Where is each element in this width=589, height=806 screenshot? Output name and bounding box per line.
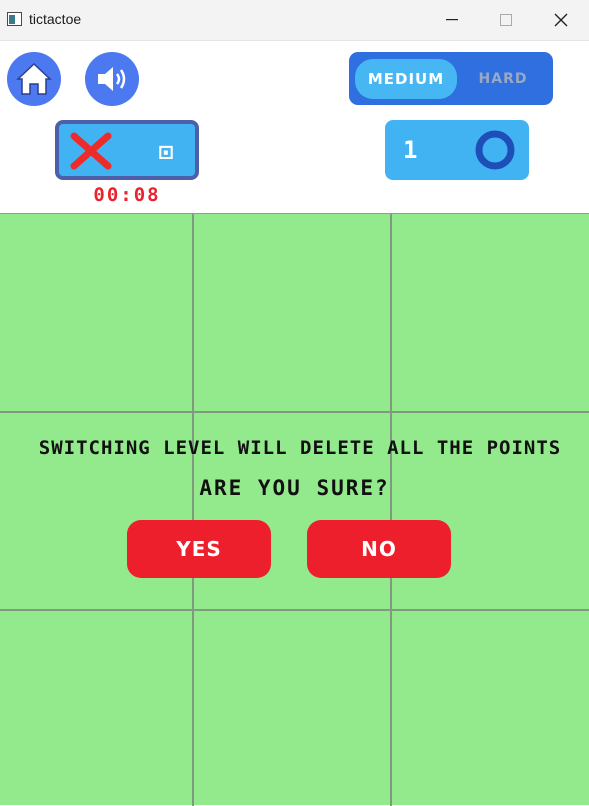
o-mark-icon [475,130,515,170]
close-icon [554,13,568,27]
sound-button[interactable] [85,52,139,106]
board-cell[interactable] [0,611,193,806]
level-toggle[interactable]: MEDIUM HARD [349,52,553,105]
game-timer: 00:08 [93,184,161,206]
minimize-button[interactable] [424,0,480,40]
grid-line [0,411,589,413]
maximize-icon [500,14,512,26]
speaker-icon [98,67,126,91]
board-cell[interactable] [392,214,589,412]
player-x-score: ⊡ [158,138,174,166]
player-o-score: 1 [403,136,418,164]
player-x-card: ⊡ [55,120,199,180]
grid-line [0,609,589,611]
minimize-icon [446,19,458,21]
board-cell[interactable] [392,611,589,806]
x-mark-icon [70,132,112,170]
yes-button[interactable]: YES [127,520,271,578]
window-title: tictactoe [29,11,82,27]
maximize-button[interactable] [478,0,534,40]
close-button[interactable] [533,0,589,40]
confirm-message: SWITCHING LEVEL WILL DELETE ALL THE POIN… [38,437,562,459]
board-cell[interactable] [194,611,391,806]
board-cell[interactable] [194,214,391,412]
board-cell[interactable] [0,214,193,412]
game-board [0,213,589,806]
player-o-card: 1 [385,120,529,180]
grid-line [390,214,392,806]
level-hard-option[interactable]: HARD [461,59,545,99]
window-titlebar: tictactoe [0,0,589,41]
grid-line [192,214,194,806]
app-icon [7,12,22,26]
level-medium-option[interactable]: MEDIUM [355,59,457,99]
confirm-question: ARE YOU SURE? [199,476,390,500]
no-button[interactable]: NO [307,520,451,578]
home-button[interactable] [7,52,61,106]
home-icon [16,62,52,95]
